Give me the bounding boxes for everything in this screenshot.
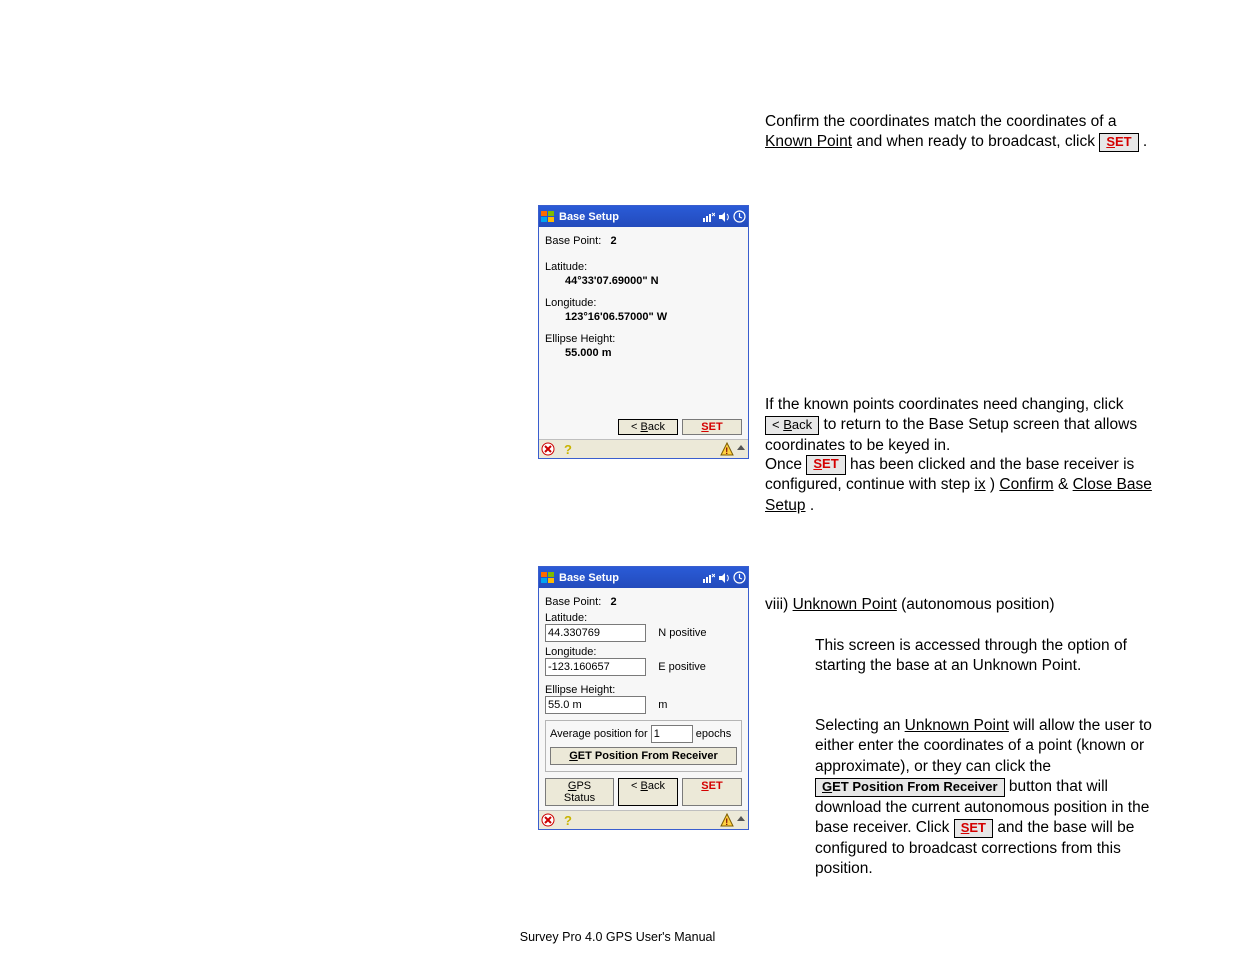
latitude-value: 44°33'07.69000" N [545,275,742,287]
avg-epochs-input[interactable] [651,725,693,743]
latitude-input[interactable] [545,624,646,642]
connectivity-icon-2[interactable] [703,572,715,584]
avg-prefix: Average position for [550,728,648,740]
longitude-value: 123°16'06.57000" W [545,311,742,323]
para4: This screen is accessed through the opti… [815,637,1127,674]
base-point-value: 2 [610,235,616,247]
button-row-2: GPS Status < Back SET [539,774,748,810]
set-button-2[interactable]: SET [682,778,742,806]
warning-icon-2[interactable]: ! [720,813,734,827]
longitude-label: Longitude: [545,297,596,309]
winlogo-svg [541,211,555,223]
sip-up-icon-2[interactable] [736,813,746,827]
window-title: Base Setup [557,211,703,223]
height-unit: m [658,699,667,711]
inline-set-btn-3: SET [954,819,993,838]
avg-group: Average position for epochs GET Position… [545,720,742,772]
connectivity-icon[interactable] [703,211,715,223]
svg-text:?: ? [564,813,572,827]
para3-f: . [810,497,814,514]
para3-d: ) [990,476,999,493]
speaker-icon-2[interactable] [718,572,730,584]
titlebar-2: Base Setup [539,567,748,588]
longitude-hint: E positive [658,661,706,673]
para1-known: Known Point [765,133,852,150]
getpos-hk: G [569,750,578,762]
button-row-1: < Back SET [539,415,748,439]
para1-a: Confirm the coordinates match the coordi… [765,113,1117,130]
svg-text:!: ! [725,817,728,827]
tray-top-2 [703,571,748,584]
taskbar: ? ! [539,439,748,458]
avg-suffix: epochs [696,728,731,740]
height-label: Ellipse Height: [545,333,615,345]
inline-getpos-btn: GET Position From Receiver [815,778,1005,797]
para3-a: Once [765,456,806,473]
para3-e: & [1058,476,1073,493]
step-viii-label: viii) [765,596,793,613]
para3-ix: ix [974,476,985,493]
close-icon-2[interactable] [541,813,555,827]
longitude-input[interactable] [545,658,646,676]
set-button[interactable]: SET [682,419,742,435]
para3-confirm: Confirm [999,476,1053,493]
para1-c: and when ready to broadcast, click [856,133,1099,150]
pda-window-known-point: Base Setup Base Point: 2 Latitude: 44°33… [538,205,749,459]
inline-set-btn-1: SET [1099,133,1138,152]
longitude-label-2: Longitude: [545,646,596,658]
winlogo-svg-2 [541,572,555,584]
height-label-2: Ellipse Height: [545,684,615,696]
pda-window-unknown-point: Base Setup Base Point: 2 Latitude: N pos… [538,566,749,830]
height-value: 55.000 m [545,347,742,359]
taskbar-2: ? ! [539,810,748,829]
close-icon[interactable] [541,442,555,456]
tray-top [703,210,748,223]
base-point-label-2: Base Point: [545,596,601,608]
latitude-hint: N positive [658,627,706,639]
inline-set-btn-2: SET [806,455,845,474]
svg-text:!: ! [725,446,728,456]
windows-logo-icon-2[interactable] [539,567,557,588]
gps-status-button[interactable]: GPS Status [545,778,614,806]
para1-end: . [1143,133,1147,150]
para5-unknown: Unknown Point [905,717,1009,734]
help-icon[interactable]: ? [561,442,575,456]
step-viii-unknown: Unknown Point [793,596,897,613]
windows-logo-icon[interactable] [539,206,557,227]
window-title-2: Base Setup [557,572,703,584]
footer-text: Survey Pro 4.0 GPS User's Manual [0,930,1235,944]
clock-icon-2[interactable] [733,571,746,584]
base-point-label: Base Point: [545,235,601,247]
back-button[interactable]: < Back [618,419,678,435]
para2-a: If the known points coordinates need cha… [765,396,1123,413]
step-viii-tail: (autonomous position) [901,596,1054,613]
back-button-2[interactable]: < Back [618,778,678,806]
inline-back-btn: < Back [765,416,819,435]
height-input[interactable] [545,696,646,714]
para5-a: Selecting an [815,717,905,734]
latitude-label-2: Latitude: [545,612,587,624]
base-point-value-2: 2 [610,596,616,608]
warning-icon[interactable]: ! [720,442,734,456]
para2-b: to return to the Base Setup screen that … [765,416,1137,453]
help-icon-2[interactable]: ? [561,813,575,827]
latitude-label: Latitude: [545,261,587,273]
sip-up-icon[interactable] [736,442,746,456]
getpos-rest: ET Position From Receiver [578,750,718,762]
titlebar: Base Setup [539,206,748,227]
svg-text:?: ? [564,442,572,456]
get-position-button[interactable]: GET Position From Receiver [550,747,737,765]
speaker-icon[interactable] [718,211,730,223]
clock-ok-icon[interactable] [733,210,746,223]
